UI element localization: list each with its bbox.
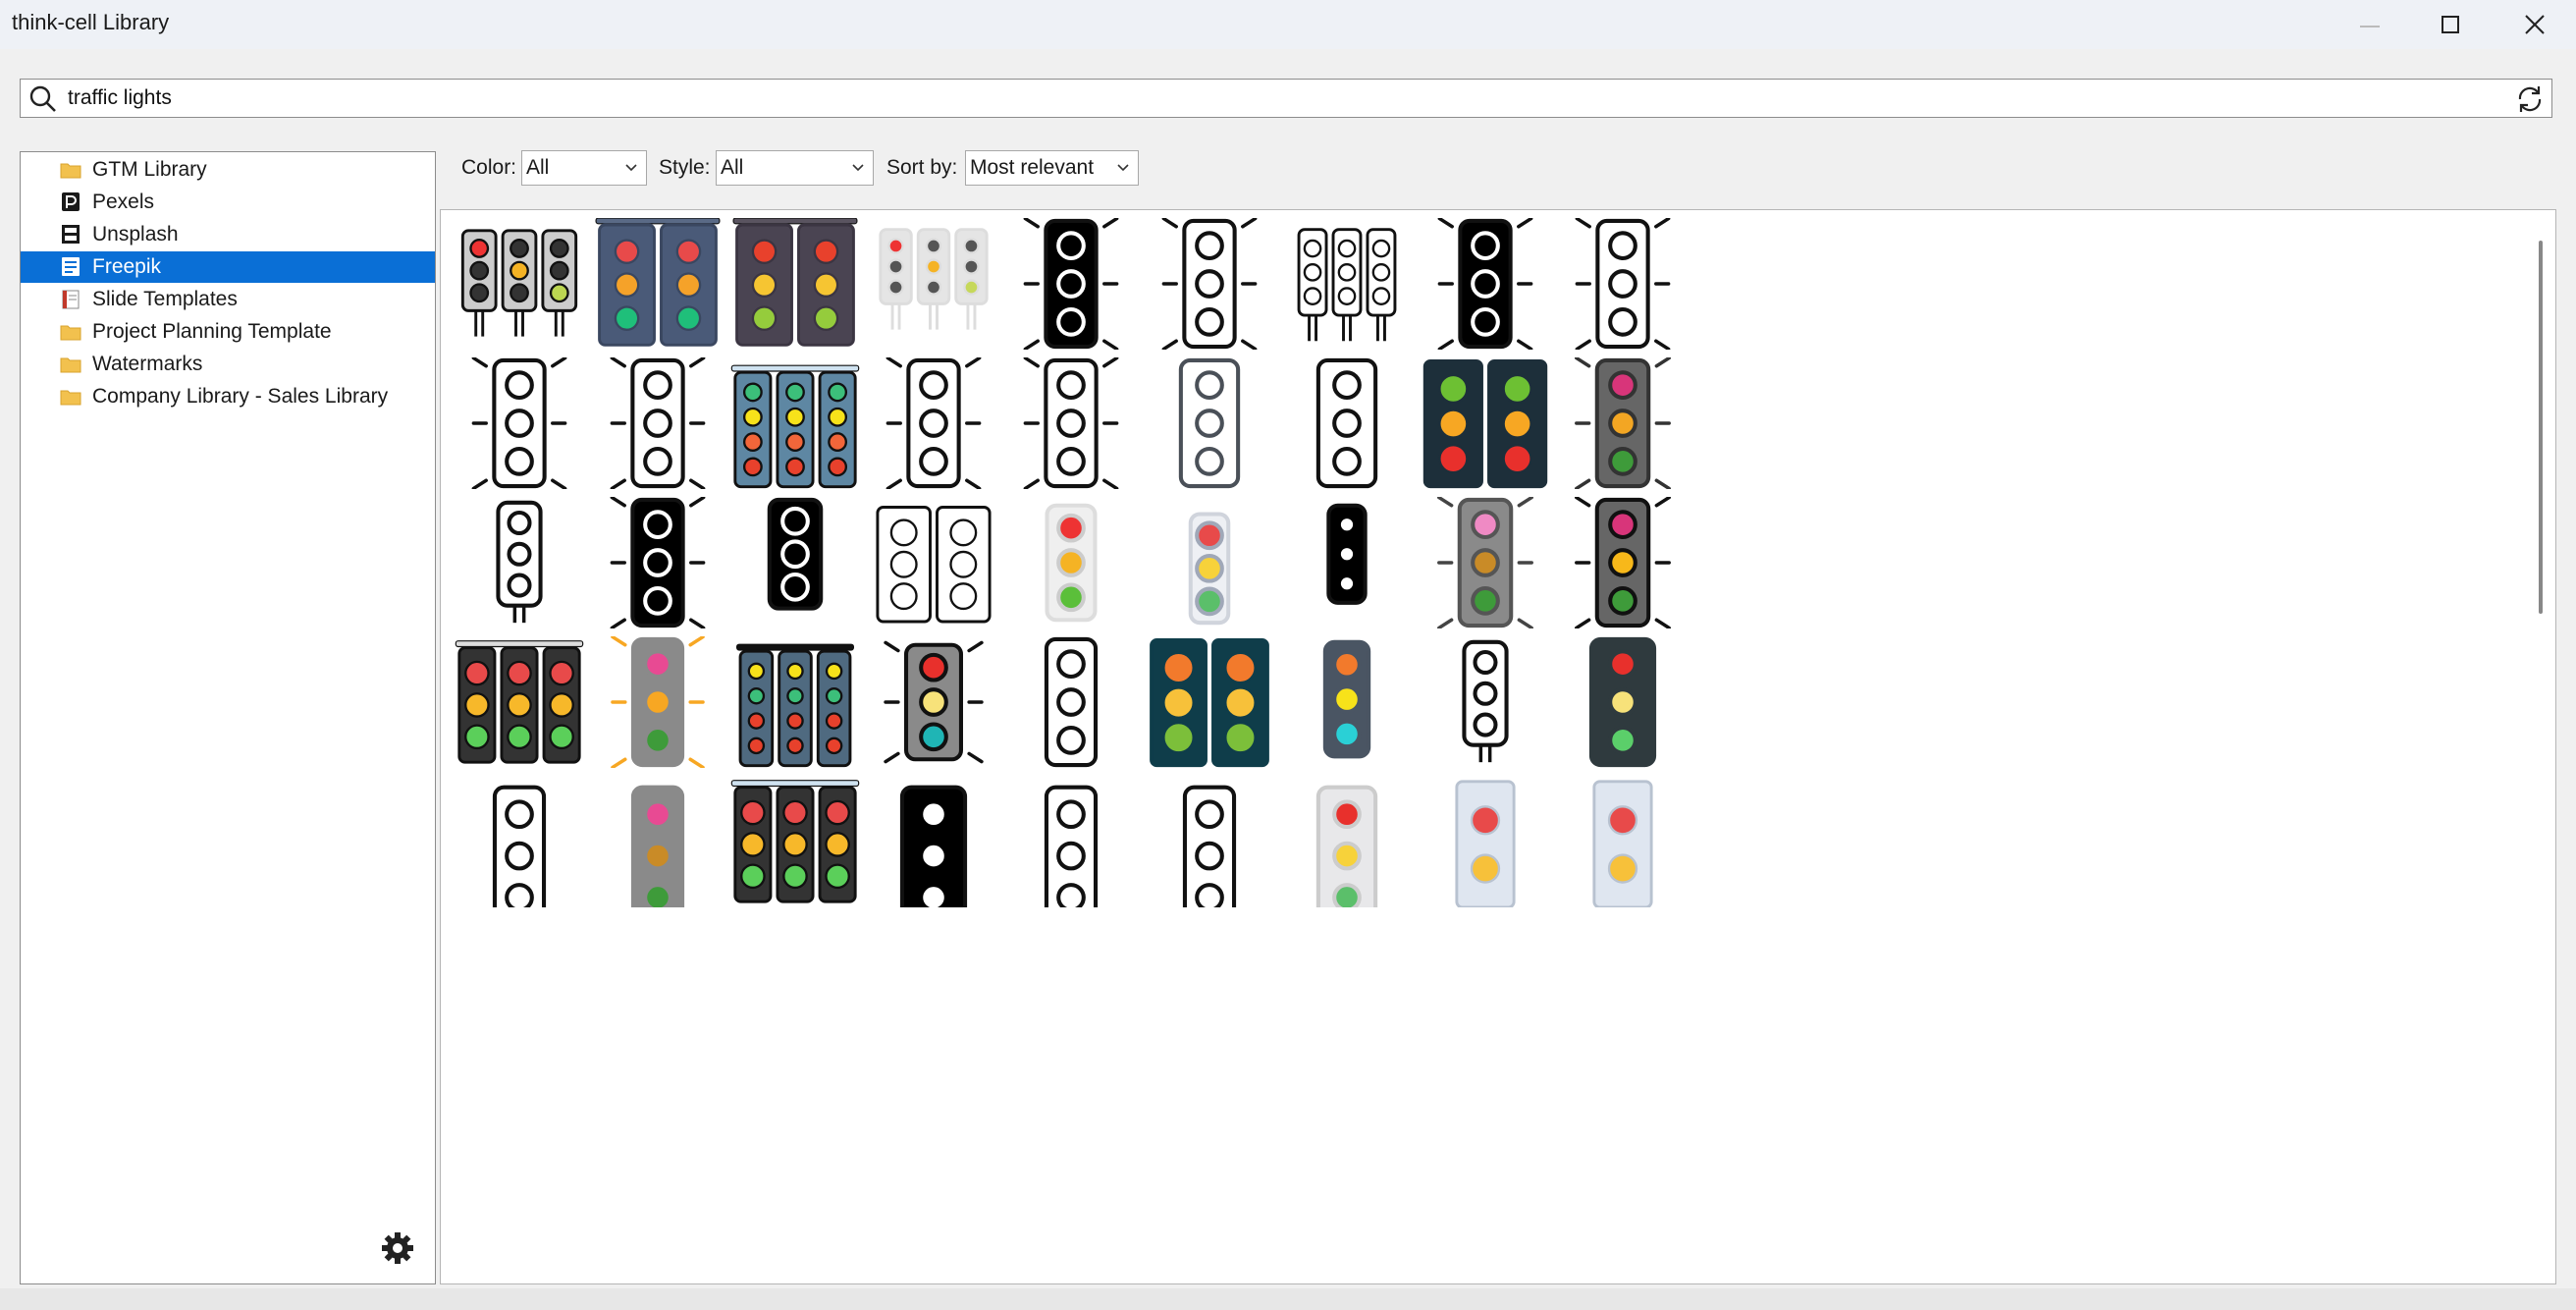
- maximize-icon: [2442, 16, 2459, 33]
- traffic-light-icon: [1575, 218, 1671, 350]
- style-filter-label: Style:: [659, 156, 711, 179]
- pexels-icon: [60, 192, 81, 212]
- slide-templates-icon: [60, 290, 81, 309]
- traffic-light-icon: [1315, 785, 1378, 907]
- folder-icon: [60, 160, 81, 180]
- traffic-light-icon: [1322, 639, 1371, 759]
- source-item-label: Company Library - Sales Library: [92, 385, 389, 408]
- chevron-down-icon: [1117, 164, 1129, 172]
- traffic-light-icon: [875, 506, 992, 624]
- sort-dropdown[interactable]: Most relevant: [965, 150, 1139, 186]
- traffic-light-icon: [496, 500, 543, 624]
- gear-icon[interactable]: [380, 1230, 415, 1266]
- title-bar: think-cell Library: [0, 0, 2576, 49]
- traffic-light-icon: [1182, 785, 1236, 907]
- traffic-light-icon: [492, 785, 547, 907]
- traffic-light-icon: [1045, 503, 1098, 623]
- traffic-light-icon: [1575, 357, 1671, 489]
- folder-icon: [60, 322, 81, 342]
- traffic-light-icon: [471, 357, 567, 489]
- traffic-light-icon: [1575, 497, 1671, 628]
- source-item-project-planning-template[interactable]: Project Planning Template: [21, 316, 435, 348]
- source-item-label: GTM Library: [92, 158, 207, 181]
- sort-value: Most relevant: [970, 156, 1095, 179]
- traffic-light-icon: [886, 357, 981, 489]
- minimize-icon: [2360, 26, 2380, 27]
- traffic-light-icon: [730, 364, 860, 489]
- traffic-light-icon: [899, 785, 967, 907]
- results-grid: [440, 209, 2556, 1284]
- traffic-light-icon: [1297, 228, 1397, 342]
- close-button[interactable]: [2496, 0, 2574, 49]
- sort-filter-label: Sort by:: [886, 156, 958, 179]
- traffic-light-icon: [1437, 218, 1532, 350]
- source-item-slide-templates[interactable]: Slide Templates: [21, 284, 435, 315]
- traffic-light-icon: [1178, 357, 1240, 489]
- traffic-light-icon: [883, 640, 984, 764]
- traffic-light-icon: [730, 780, 860, 903]
- traffic-light-icon: [1161, 218, 1257, 350]
- search-box[interactable]: [20, 79, 2552, 118]
- style-filter-value: All: [721, 156, 744, 179]
- traffic-light-icon: [610, 636, 705, 768]
- minimize-button[interactable]: [2331, 0, 2409, 49]
- traffic-light-icon: [630, 785, 684, 907]
- traffic-light-icon: [1023, 218, 1119, 350]
- source-item-label: Unsplash: [92, 223, 179, 246]
- search-icon: [29, 85, 56, 112]
- traffic-light-icon: [1422, 359, 1547, 489]
- traffic-light-icon: [1461, 639, 1509, 763]
- source-item-label: Freepik: [92, 255, 162, 278]
- chevron-down-icon: [625, 164, 637, 172]
- traffic-light-icon: [1592, 780, 1653, 907]
- style-filter-dropdown[interactable]: All: [716, 150, 874, 186]
- close-icon: [2525, 15, 2545, 34]
- source-item-watermarks[interactable]: Watermarks: [21, 349, 435, 380]
- source-panel: GTM Library Pexels Unsplash Freepik Slide Te…: [20, 151, 436, 1284]
- freepik-icon: [60, 257, 81, 277]
- window-title: think-cell Library: [12, 10, 170, 34]
- traffic-light-icon: [878, 228, 989, 330]
- scrollbar-thumb[interactable]: [2539, 241, 2543, 614]
- traffic-light-icon: [460, 229, 578, 337]
- traffic-light-icon: [1454, 780, 1516, 907]
- traffic-light-icon: [1044, 785, 1099, 907]
- traffic-light-icon: [735, 643, 855, 768]
- status-strip: [0, 1288, 2576, 1310]
- traffic-light-icon: [1188, 512, 1230, 626]
- traffic-light-icon: [1315, 357, 1378, 489]
- traffic-light-icon: [1326, 503, 1368, 605]
- source-item-company-library-sales-library[interactable]: Company Library - Sales Library: [21, 381, 435, 412]
- chevron-down-icon: [852, 164, 864, 172]
- traffic-light-icon: [455, 640, 584, 764]
- source-item-gtm-library[interactable]: GTM Library: [21, 154, 435, 186]
- source-item-label: Pexels: [92, 191, 155, 213]
- folder-icon: [60, 355, 81, 374]
- traffic-light-icon: [767, 497, 824, 611]
- search-input[interactable]: [68, 85, 2483, 111]
- traffic-light-icon: [1044, 636, 1099, 768]
- source-item-freepik[interactable]: Freepik: [21, 251, 435, 283]
- traffic-light-icon: [1436, 497, 1533, 628]
- source-item-pexels[interactable]: Pexels: [21, 187, 435, 218]
- color-filter-label: Color:: [461, 156, 517, 179]
- traffic-light-icon: [1149, 638, 1269, 768]
- traffic-light-icon: [610, 497, 705, 628]
- maximize-button[interactable]: [2411, 0, 2490, 49]
- thumbnail-item[interactable]: [1558, 776, 1778, 1002]
- source-item-label: Slide Templates: [92, 288, 238, 310]
- traffic-light-icon: [732, 218, 858, 347]
- traffic-light-icon: [1023, 357, 1119, 489]
- folder-icon: [60, 387, 81, 407]
- unsplash-icon: [60, 225, 81, 245]
- source-item-unsplash[interactable]: Unsplash: [21, 219, 435, 250]
- traffic-light-icon: [610, 357, 705, 489]
- traffic-light-icon: [594, 218, 721, 347]
- source-item-label: Project Planning Template: [92, 320, 332, 343]
- color-filter-dropdown[interactable]: All: [521, 150, 647, 186]
- source-item-label: Watermarks: [92, 353, 203, 375]
- refresh-icon[interactable]: [2514, 83, 2546, 115]
- color-filter-value: All: [526, 156, 550, 179]
- traffic-light-icon: [1588, 636, 1657, 768]
